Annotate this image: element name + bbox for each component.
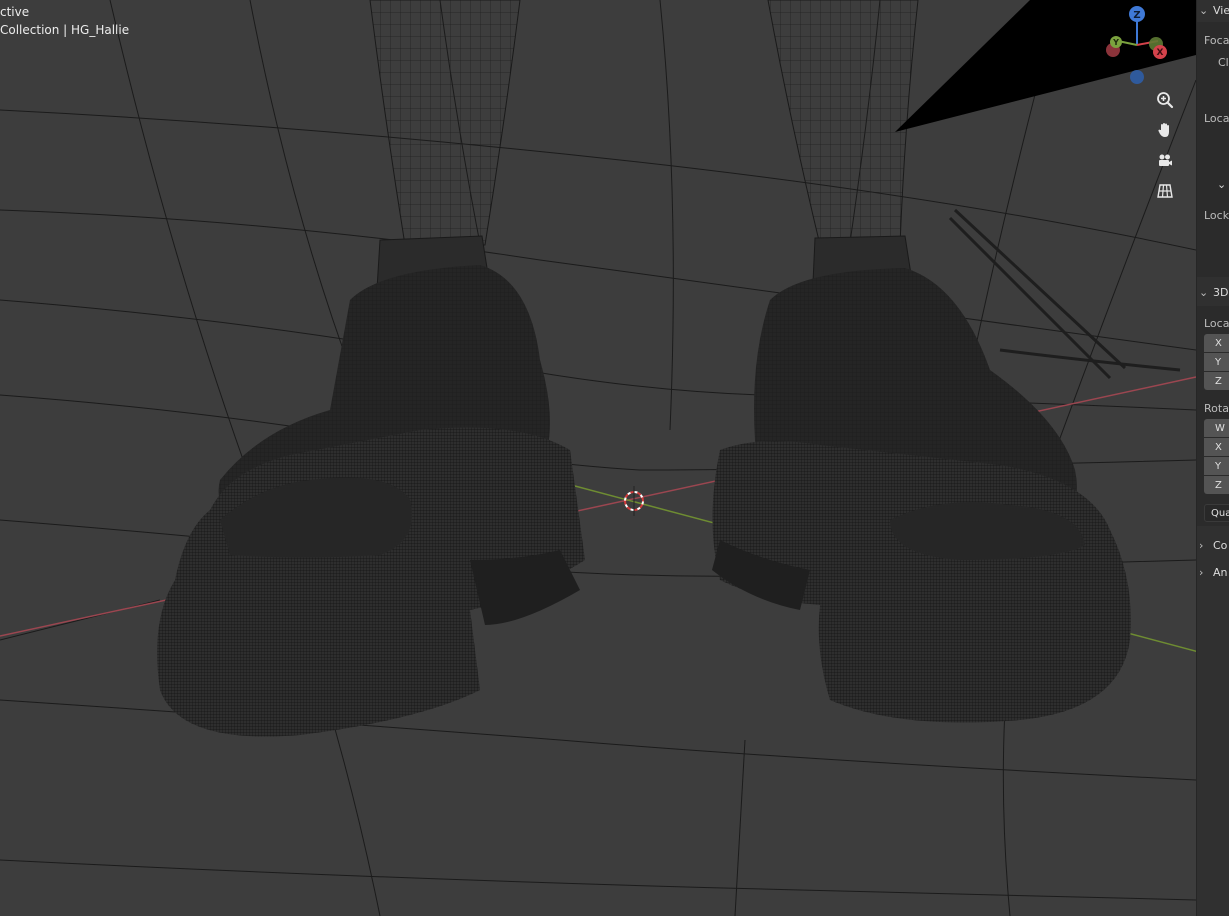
clip-label: Cl — [1218, 56, 1229, 69]
rig-rods — [948, 208, 1181, 380]
camera-icon — [1159, 154, 1172, 166]
n-panel-sidebar[interactable]: ⌄Vie Focal Cl Loca ⌄ Lock ⌄3D Loca X Y Z… — [1196, 0, 1229, 916]
gizmo-z-label: Z — [1133, 10, 1140, 21]
cursor-rotation-x-field[interactable]: X — [1204, 438, 1229, 456]
chevron-right-icon: › — [1199, 566, 1204, 579]
pan-button[interactable] — [1152, 117, 1178, 143]
focal-length-label: Focal — [1204, 34, 1229, 47]
navigation-gizmo[interactable]: Z Y X — [1096, 0, 1176, 90]
3d-cursor-panel-body: Loca X Y Z Rotat W X Y Z Qua — [1197, 306, 1229, 526]
viewport-scene — [0, 0, 1196, 916]
view-panel-body: Focal Cl Loca ⌄ Lock — [1197, 22, 1229, 277]
annotations-panel-header[interactable]: › An — [1199, 566, 1228, 579]
pan-hand-icon — [1158, 123, 1169, 137]
gizmo-neg-z-dot — [1130, 70, 1144, 84]
gizmo-x-label: X — [1157, 48, 1164, 58]
chevron-right-icon: › — [1199, 539, 1204, 552]
left-shoe — [157, 235, 585, 737]
ortho-grid-icon — [1157, 184, 1173, 198]
cursor-rotation-label: Rotat — [1204, 402, 1229, 415]
viewport-collection-text: Collection | HG_Hallie — [0, 23, 130, 37]
cursor-location-label: Loca — [1204, 317, 1229, 330]
leg-left-wireframe — [369, 0, 521, 246]
rotation-mode-dropdown[interactable]: Qua — [1204, 504, 1229, 522]
ortho-toggle-button[interactable] — [1152, 178, 1178, 204]
view-panel-header[interactable]: ⌄ Vie — [1199, 4, 1229, 17]
collection-panel-header[interactable]: › Co — [1199, 539, 1227, 552]
chevron-down-icon: ⌄ — [1199, 4, 1209, 17]
cursor-rotation-y-field[interactable]: Y — [1204, 457, 1229, 475]
chevron-down-icon: ⌄ — [1217, 178, 1227, 191]
chevron-down-icon: ⌄ — [1199, 286, 1209, 299]
local-camera-label: Loca — [1204, 112, 1229, 125]
3d-cursor-icon — [624, 486, 644, 516]
zoom-icon — [1157, 92, 1174, 109]
leg-right-wireframe — [767, 0, 919, 246]
gizmo-y-label: Y — [1112, 38, 1119, 47]
3d-cursor-panel-header[interactable]: ⌄ 3D — [1199, 286, 1228, 299]
cursor-location-y-field[interactable]: Y — [1204, 353, 1229, 371]
cursor-location-x-field[interactable]: X — [1204, 334, 1229, 352]
view-lock-subpanel-chevron[interactable]: ⌄ — [1217, 178, 1226, 191]
viewport-mode-text: ctive — [0, 5, 30, 19]
lock-label: Lock — [1204, 209, 1229, 222]
zoom-button[interactable] — [1152, 87, 1178, 113]
3d-viewport[interactable]: ctive Collection | HG_Hallie Z Y X — [0, 0, 1196, 916]
camera-view-button[interactable] — [1152, 148, 1178, 174]
cursor-rotation-z-field[interactable]: Z — [1204, 476, 1229, 494]
cursor-rotation-w-field[interactable]: W — [1204, 419, 1229, 437]
right-shoe — [712, 235, 1131, 723]
cursor-location-z-field[interactable]: Z — [1204, 372, 1229, 390]
